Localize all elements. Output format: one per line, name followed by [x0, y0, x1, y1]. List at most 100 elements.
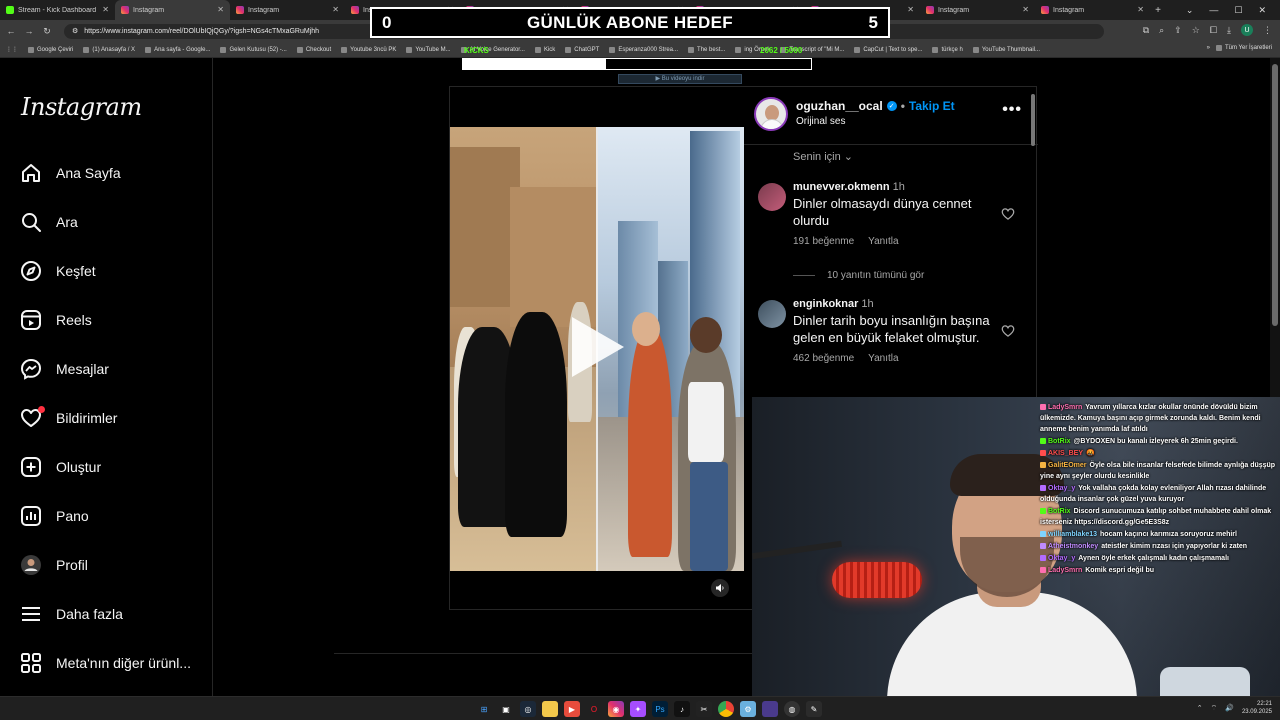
- bookmark-item[interactable]: türkçe h: [932, 46, 963, 53]
- maximize-icon[interactable]: ☐: [1234, 5, 1242, 16]
- tiktok-icon[interactable]: ♪: [674, 701, 690, 717]
- downloads-icon[interactable]: ⤓: [1227, 25, 1231, 36]
- chat-username[interactable]: LadySmrn: [1048, 404, 1082, 411]
- forward-icon[interactable]: →: [22, 26, 36, 36]
- bookmark-item[interactable]: Ana sayfa - Google...: [145, 46, 210, 53]
- tab-search-icon[interactable]: ⌄: [1186, 5, 1194, 16]
- tray-overflow-icon[interactable]: ⌃: [1197, 704, 1203, 712]
- app-icon[interactable]: ▶: [564, 701, 580, 717]
- notes-icon[interactable]: ✎: [806, 701, 822, 717]
- comment-like-heart-icon[interactable]: [1001, 324, 1015, 338]
- instagram-logo[interactable]: Instagram: [21, 93, 142, 121]
- more-bookmarks-icon[interactable]: »: [1207, 45, 1210, 51]
- chat-username[interactable]: Atheistmonkey: [1048, 543, 1098, 550]
- bookmark-item[interactable]: (1) Anasayfa / X: [83, 46, 135, 53]
- capcut-icon[interactable]: ✂: [696, 701, 712, 717]
- sidebar-item-plus-square[interactable]: Oluştur: [20, 452, 101, 482]
- tab-close-icon[interactable]: ✕: [1137, 5, 1144, 14]
- chat-username[interactable]: LadySmrn: [1048, 567, 1082, 574]
- chat-username[interactable]: GalitEOmer: [1048, 462, 1087, 469]
- chat-username[interactable]: williamblake13: [1048, 531, 1097, 538]
- extensions-icon[interactable]: ⧠: [1210, 25, 1217, 36]
- comments-scrollbar[interactable]: [1030, 84, 1036, 338]
- sidebar-item-meta-apps[interactable]: Meta'nın diğer ürünl...: [20, 648, 191, 678]
- sidebar-item-search[interactable]: Ara: [20, 207, 78, 237]
- install-app-icon[interactable]: ⧉: [1143, 25, 1149, 36]
- browser-tab[interactable]: Instagram ✕: [920, 0, 1035, 20]
- sidebar-item-reels[interactable]: Reels: [20, 305, 92, 335]
- bookmark-star-icon[interactable]: ☆: [1192, 25, 1200, 36]
- commenter-avatar[interactable]: [758, 183, 786, 211]
- sidebar-item-profile-avatar[interactable]: Profil: [20, 550, 88, 580]
- instagram-app-icon[interactable]: ◉: [608, 701, 624, 717]
- back-icon[interactable]: ←: [4, 26, 18, 36]
- bookmark-item[interactable]: Gelen Kutusu (52) -...: [220, 46, 287, 53]
- network-icon[interactable]: ⌔: [1211, 704, 1218, 713]
- comments-scroll-thumb[interactable]: [1031, 94, 1035, 146]
- chat-username[interactable]: Oktay_y: [1048, 555, 1075, 562]
- clock[interactable]: 22:21 23.09.2025: [1242, 700, 1272, 716]
- bookmark-item[interactable]: YouTube Thumbnail...: [972, 46, 1040, 53]
- all-bookmarks[interactable]: Tüm Yer İşaretleri: [1215, 45, 1272, 51]
- bookmark-item[interactable]: Google Çeviri: [28, 46, 73, 53]
- steam-icon[interactable]: ◎: [520, 701, 536, 717]
- speaker-icon[interactable]: 🔊: [1225, 704, 1234, 712]
- bookmark-item[interactable]: Esperanza000 Strea...: [609, 46, 678, 53]
- new-tab-button[interactable]: +: [1150, 5, 1166, 16]
- view-replies-button[interactable]: 10 yanıtın tümünü gör: [793, 270, 924, 281]
- zoom-icon[interactable]: ⌕: [1159, 25, 1164, 36]
- bookmark-item[interactable]: Kick: [534, 46, 555, 53]
- messenger-app-icon[interactable]: ✦: [630, 701, 646, 717]
- reply-button[interactable]: Yanıtla: [868, 353, 898, 364]
- photoshop-icon[interactable]: Ps: [652, 701, 668, 717]
- reel-video[interactable]: [450, 127, 744, 571]
- chrome-icon[interactable]: [718, 701, 734, 717]
- sidebar-item-menu[interactable]: Daha fazla: [20, 599, 123, 629]
- tab-close-icon[interactable]: ✕: [332, 5, 339, 14]
- commenter-avatar[interactable]: [758, 300, 786, 328]
- sidebar-item-heart[interactable]: Bildirimler: [20, 403, 117, 433]
- chat-username[interactable]: BotRix: [1048, 508, 1071, 515]
- share-icon[interactable]: ⇪: [1174, 25, 1182, 36]
- comment-like-heart-icon[interactable]: [1001, 207, 1015, 221]
- comment-username[interactable]: munevver.okmenn: [793, 181, 890, 193]
- apps-icon[interactable]: ⋮⋮: [6, 46, 18, 53]
- browser-tab[interactable]: Instagram ✕: [230, 0, 345, 20]
- browser-tab[interactable]: Stream - Kick Dashboard ✕: [0, 0, 115, 20]
- tab-close-icon[interactable]: ✕: [217, 5, 224, 14]
- browser-menu-icon[interactable]: ⋮: [1263, 25, 1272, 36]
- play-icon[interactable]: [572, 317, 624, 377]
- minimize-icon[interactable]: —: [1209, 5, 1218, 15]
- chat-username[interactable]: AKIS_BEY: [1048, 450, 1083, 457]
- bookmark-item[interactable]: YouTube M...: [406, 46, 451, 53]
- volume-button[interactable]: [711, 579, 729, 597]
- comment-username[interactable]: enginkoknar: [793, 298, 858, 310]
- more-options-icon[interactable]: •••: [1002, 101, 1022, 119]
- site-info-icon[interactable]: ⚙: [72, 27, 78, 35]
- bookmark-item[interactable]: ChatGPT: [565, 46, 599, 53]
- reload-icon[interactable]: ↻: [40, 26, 54, 37]
- sidebar-item-dashboard[interactable]: Pano: [20, 501, 89, 531]
- author-username[interactable]: oguzhan__ocal: [796, 99, 883, 113]
- author-avatar[interactable]: [754, 97, 788, 131]
- account-avatar[interactable]: U: [1241, 24, 1253, 36]
- obs-icon[interactable]: ◍: [784, 701, 800, 717]
- audio-label[interactable]: Orijinal ses: [796, 116, 845, 127]
- opera-icon[interactable]: O: [586, 701, 602, 717]
- tab-close-icon[interactable]: ✕: [907, 5, 914, 14]
- page-scroll-thumb[interactable]: [1272, 64, 1278, 326]
- video-editor-icon[interactable]: [762, 701, 778, 717]
- taskview-icon[interactable]: ▣: [498, 701, 514, 717]
- sidebar-item-home[interactable]: Ana Sayfa: [20, 158, 121, 188]
- bookmark-item[interactable]: The best...: [688, 46, 725, 53]
- comment-sort-dropdown[interactable]: Senin için ⌄: [793, 150, 853, 163]
- comment-likes[interactable]: 191 beğenme: [793, 236, 854, 247]
- bookmark-item[interactable]: Youtube 3ncü PK: [341, 46, 396, 53]
- file-explorer-icon[interactable]: [542, 701, 558, 717]
- tab-close-icon[interactable]: ✕: [102, 5, 109, 14]
- follow-button[interactable]: Takip Et: [909, 99, 955, 113]
- browser-tab[interactable]: Instagram ✕: [115, 0, 230, 20]
- chat-username[interactable]: Oktay_y: [1048, 485, 1075, 492]
- reply-button[interactable]: Yanıtla: [868, 236, 898, 247]
- tab-close-icon[interactable]: ✕: [1022, 5, 1029, 14]
